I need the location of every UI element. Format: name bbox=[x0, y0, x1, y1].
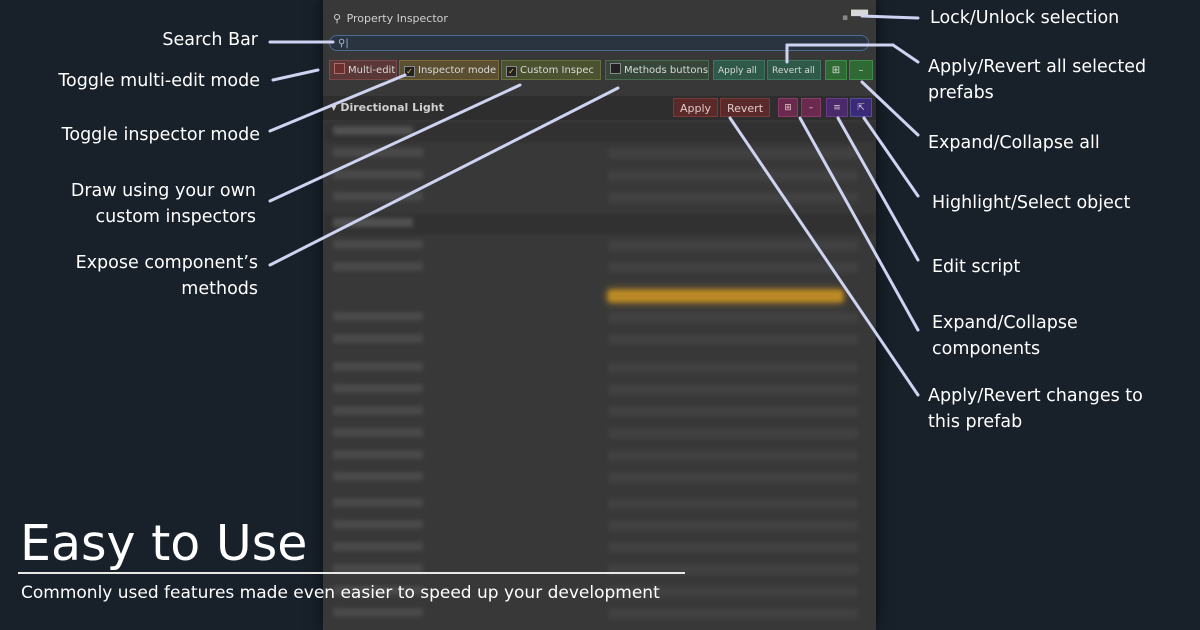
annotation-expand-components: Expand/Collapse components bbox=[932, 310, 1078, 362]
leader-line-multi-edit bbox=[271, 68, 320, 82]
list-item bbox=[323, 258, 876, 278]
list-item bbox=[323, 424, 876, 444]
apply-prefab-button[interactable]: Apply bbox=[673, 98, 718, 117]
annotation-apply-revert-prefab: Apply/Revert changes to this prefab bbox=[928, 383, 1143, 435]
list-item bbox=[323, 604, 876, 624]
highlight-select-button[interactable]: ⇱ bbox=[850, 98, 872, 117]
list-item bbox=[323, 214, 876, 234]
annotation-line: prefabs bbox=[928, 83, 994, 103]
custom-inspectors-toggle[interactable]: ✓ Custom Inspec bbox=[501, 60, 601, 80]
list-item bbox=[323, 380, 876, 400]
inspector-mode-toggle[interactable]: ✓ Inspector mode bbox=[399, 60, 499, 80]
list-item bbox=[323, 468, 876, 488]
list-item bbox=[323, 236, 876, 256]
list-item bbox=[323, 358, 876, 378]
list-item bbox=[323, 122, 876, 142]
annotation-line: Apply/Revert changes to bbox=[928, 386, 1143, 406]
revert-prefab-button[interactable]: Revert bbox=[720, 98, 770, 117]
expand-all-button[interactable]: ⊞ bbox=[825, 60, 847, 80]
collapse-all-button[interactable]: – bbox=[849, 60, 873, 80]
list-item bbox=[323, 308, 876, 328]
checkbox-icon bbox=[334, 63, 345, 74]
methods-buttons-label: Methods buttons bbox=[624, 65, 709, 76]
search-input[interactable]: ⚲| bbox=[329, 35, 869, 51]
expand-components-button[interactable]: ⊞ bbox=[778, 98, 798, 117]
annotation-line: Expand/Collapse bbox=[932, 313, 1078, 333]
collapse-components-button[interactable]: – bbox=[801, 98, 821, 117]
hero-divider bbox=[18, 572, 685, 574]
list-item bbox=[323, 330, 876, 350]
annotation-highlight: Highlight/Select object bbox=[932, 193, 1131, 213]
annotation-search-bar: Search Bar bbox=[162, 30, 258, 50]
component-name: ▾ Directional Light bbox=[331, 101, 444, 114]
leader-line-apply-all-d bbox=[891, 43, 920, 64]
list-item bbox=[323, 446, 876, 466]
toolbar: Multi-edit ✓ Inspector mode ✓ Custom Inspe… bbox=[329, 60, 874, 80]
search-icon: ⚲ bbox=[333, 12, 342, 25]
panel-title: ⚲ Property Inspector bbox=[333, 12, 448, 25]
inspector-mode-label: Inspector mode bbox=[418, 65, 497, 76]
annotation-inspector-mode: Toggle inspector mode bbox=[61, 125, 260, 145]
list-item bbox=[323, 188, 876, 208]
annotation-line: components bbox=[932, 339, 1041, 359]
checkmark-icon: ✓ bbox=[404, 66, 415, 77]
component-name-text: Directional Light bbox=[340, 101, 444, 114]
multi-edit-toggle[interactable]: Multi-edit bbox=[329, 60, 397, 80]
list-item bbox=[323, 166, 876, 186]
methods-buttons-toggle[interactable]: Methods buttons bbox=[605, 60, 709, 80]
annotation-line: Expose component’s bbox=[75, 253, 258, 273]
panel-title-text: Property Inspector bbox=[346, 12, 448, 25]
annotation-line: custom inspectors bbox=[95, 207, 256, 227]
list-item bbox=[323, 494, 876, 514]
list-item bbox=[323, 538, 876, 558]
list-item bbox=[323, 560, 876, 580]
component-header[interactable]: ▾ Directional Light Apply Revert ⊞ – ≡ ⇱ bbox=[323, 96, 876, 120]
hero-title: Easy to Use bbox=[20, 515, 308, 572]
checkbox-icon bbox=[610, 63, 621, 74]
hero-subtitle: Commonly used features made even easier … bbox=[21, 583, 660, 603]
annotation-methods: Expose component’s methods bbox=[20, 250, 258, 302]
annotation-line: Apply/Revert all selected bbox=[928, 57, 1147, 77]
checkmark-icon: ✓ bbox=[506, 66, 517, 77]
annotation-multi-edit: Toggle multi-edit mode bbox=[58, 71, 260, 91]
apply-all-button[interactable]: Apply all bbox=[713, 60, 765, 80]
list-item bbox=[323, 402, 876, 422]
annotation-expand-all: Expand/Collapse all bbox=[928, 133, 1100, 153]
annotation-apply-revert-all: Apply/Revert all selected prefabs bbox=[928, 54, 1146, 106]
annotation-custom-inspectors: Draw using your own custom inspectors bbox=[20, 178, 256, 230]
blurred-property-list bbox=[323, 122, 876, 630]
custom-inspectors-label: Custom Inspec bbox=[520, 65, 594, 76]
annotation-line: Draw using your own bbox=[70, 181, 256, 201]
property-inspector-panel: ⚲ Property Inspector ▪ ▀▀ ⚲| Multi-edit ✓… bbox=[323, 0, 876, 630]
multi-edit-label: Multi-edit bbox=[348, 65, 396, 76]
list-item bbox=[323, 144, 876, 164]
edit-script-button[interactable]: ≡ bbox=[826, 98, 848, 117]
lock-icon[interactable]: ▪ ▀▀ bbox=[842, 10, 868, 23]
list-item bbox=[323, 516, 876, 536]
annotation-line: this prefab bbox=[928, 412, 1023, 432]
annotation-edit-script: Edit script bbox=[932, 257, 1021, 277]
color-swatch bbox=[608, 290, 843, 302]
annotation-lock: Lock/Unlock selection bbox=[930, 8, 1120, 28]
annotation-line: methods bbox=[181, 279, 258, 299]
revert-all-button[interactable]: Revert all bbox=[767, 60, 821, 80]
